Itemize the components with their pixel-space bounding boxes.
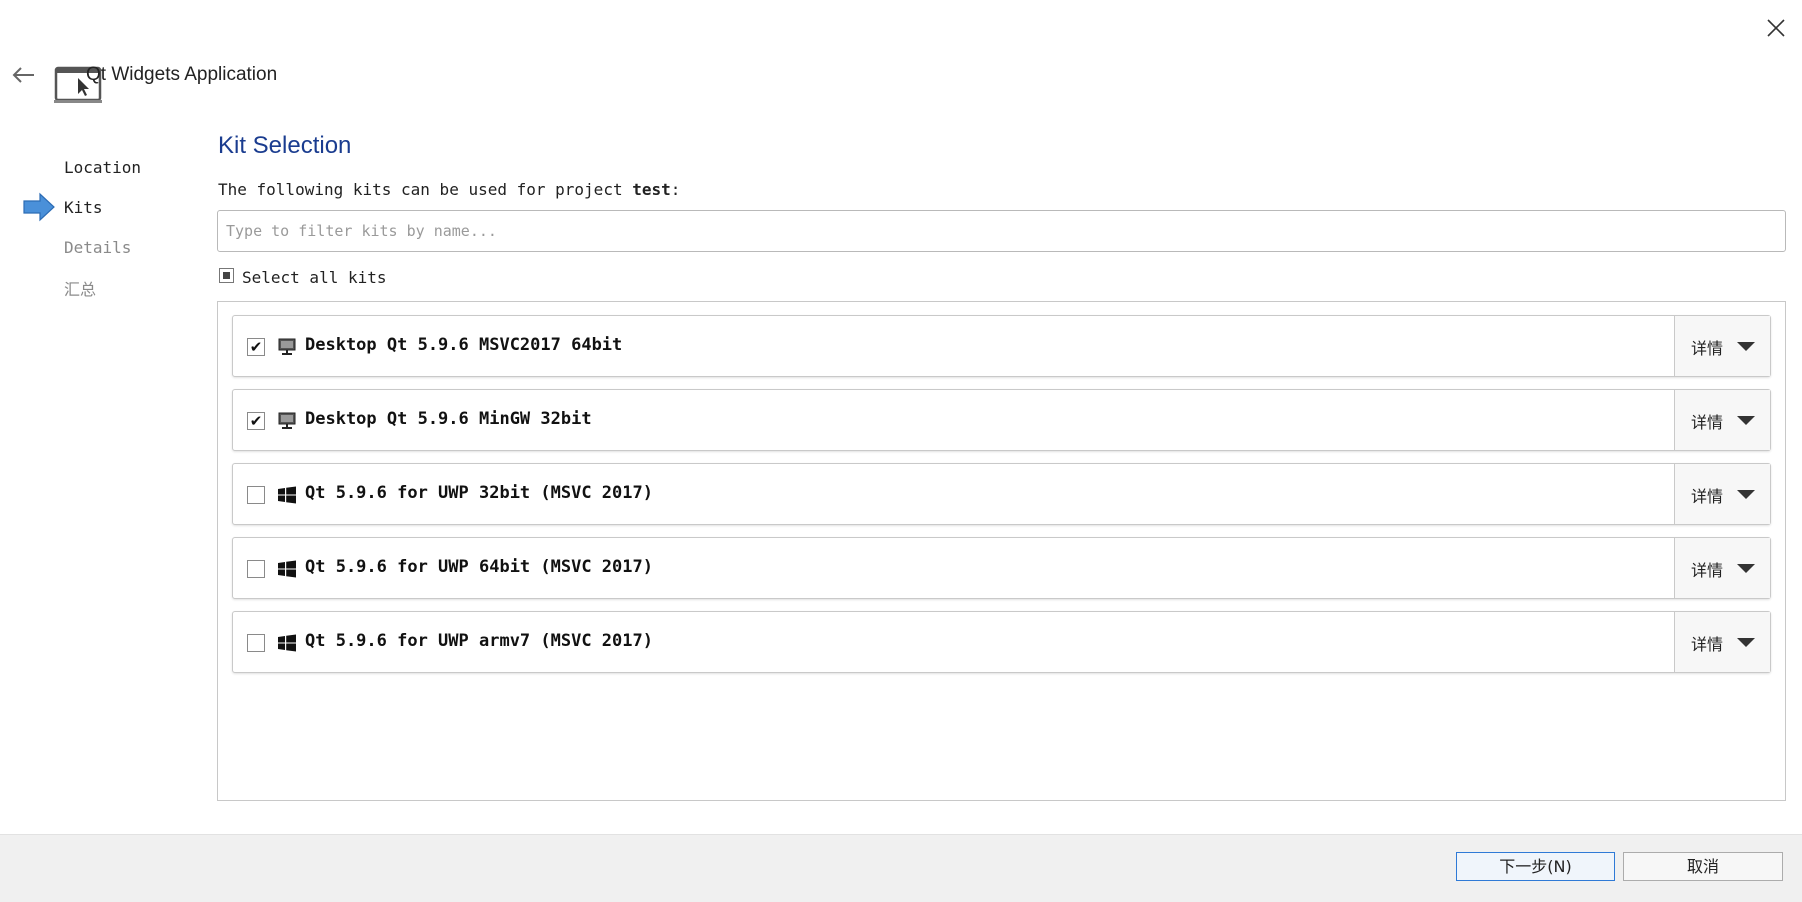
select-all-label: Select all kits	[242, 268, 387, 287]
kit-details-button[interactable]: 详情	[1674, 612, 1770, 672]
kit-details-label: 详情	[1691, 413, 1724, 432]
kit-checkbox[interactable]: ✔	[247, 338, 265, 356]
kit-details-label: 详情	[1691, 487, 1724, 506]
kit-details-label: 详情	[1691, 561, 1724, 580]
kit-row: Qt 5.9.6 for UWP armv7 (MSVC 2017) 详情	[232, 611, 1771, 673]
step-summary: 汇总	[64, 280, 97, 299]
step-kits: Kits	[64, 198, 103, 217]
project-name: test	[632, 180, 671, 199]
windows-logo-icon	[277, 485, 297, 505]
kit-row: ✔ Desktop Qt 5.9.6 MSVC2017 64bit 详情	[232, 315, 1771, 377]
close-icon	[1767, 19, 1785, 37]
kit-details-button[interactable]: 详情	[1674, 464, 1770, 524]
desktop-monitor-icon	[277, 411, 297, 431]
cancel-button[interactable]: 取消	[1623, 852, 1783, 881]
back-button[interactable]	[10, 62, 40, 88]
intro-suffix: :	[670, 180, 681, 199]
desktop-monitor-icon	[277, 337, 297, 357]
kit-row: Qt 5.9.6 for UWP 32bit (MSVC 2017) 详情	[232, 463, 1771, 525]
chevron-down-icon	[1737, 638, 1755, 647]
kit-details-button[interactable]: 详情	[1674, 390, 1770, 450]
chevron-down-icon	[1737, 416, 1755, 425]
kit-row: ✔ Desktop Qt 5.9.6 MinGW 32bit 详情	[232, 389, 1771, 451]
chevron-down-icon	[1737, 342, 1755, 351]
close-button[interactable]	[1758, 10, 1794, 46]
select-all-checkbox[interactable]	[219, 268, 234, 283]
kit-details-button[interactable]: 详情	[1674, 538, 1770, 598]
intro-text: The following kits can be used for proje…	[218, 180, 680, 199]
kit-checkbox[interactable]	[247, 634, 265, 652]
kit-filter-input[interactable]	[217, 210, 1786, 252]
kit-name: Desktop Qt 5.9.6 MSVC2017 64bit	[305, 335, 623, 355]
step-location: Location	[64, 158, 142, 177]
windows-logo-icon	[277, 559, 297, 579]
kit-details-label: 详情	[1691, 635, 1724, 654]
step-details: Details	[64, 238, 132, 257]
kit-checkbox[interactable]	[247, 560, 265, 578]
next-button[interactable]: 下一步(N)	[1456, 852, 1615, 881]
kit-name: Desktop Qt 5.9.6 MinGW 32bit	[305, 409, 592, 429]
chevron-down-icon	[1737, 490, 1755, 499]
wizard-title: Qt Widgets Application	[86, 64, 278, 85]
kit-checkbox[interactable]	[247, 486, 265, 504]
kit-name: Qt 5.9.6 for UWP 32bit (MSVC 2017)	[305, 483, 653, 503]
current-step-arrow-icon	[22, 192, 58, 222]
page-title: Kit Selection	[218, 132, 352, 159]
kit-details-label: 详情	[1691, 339, 1724, 358]
kit-name: Qt 5.9.6 for UWP armv7 (MSVC 2017)	[305, 631, 653, 651]
kit-list: ✔ Desktop Qt 5.9.6 MSVC2017 64bit 详情 ✔ D…	[217, 301, 1786, 801]
windows-logo-icon	[277, 633, 297, 653]
back-arrow-icon	[12, 67, 34, 83]
kit-name: Qt 5.9.6 for UWP 64bit (MSVC 2017)	[305, 557, 653, 577]
chevron-down-icon	[1737, 564, 1755, 573]
kit-checkbox[interactable]: ✔	[247, 412, 265, 430]
kit-details-button[interactable]: 详情	[1674, 316, 1770, 376]
intro-prefix: The following kits can be used for proje…	[218, 180, 633, 199]
kit-row: Qt 5.9.6 for UWP 64bit (MSVC 2017) 详情	[232, 537, 1771, 599]
